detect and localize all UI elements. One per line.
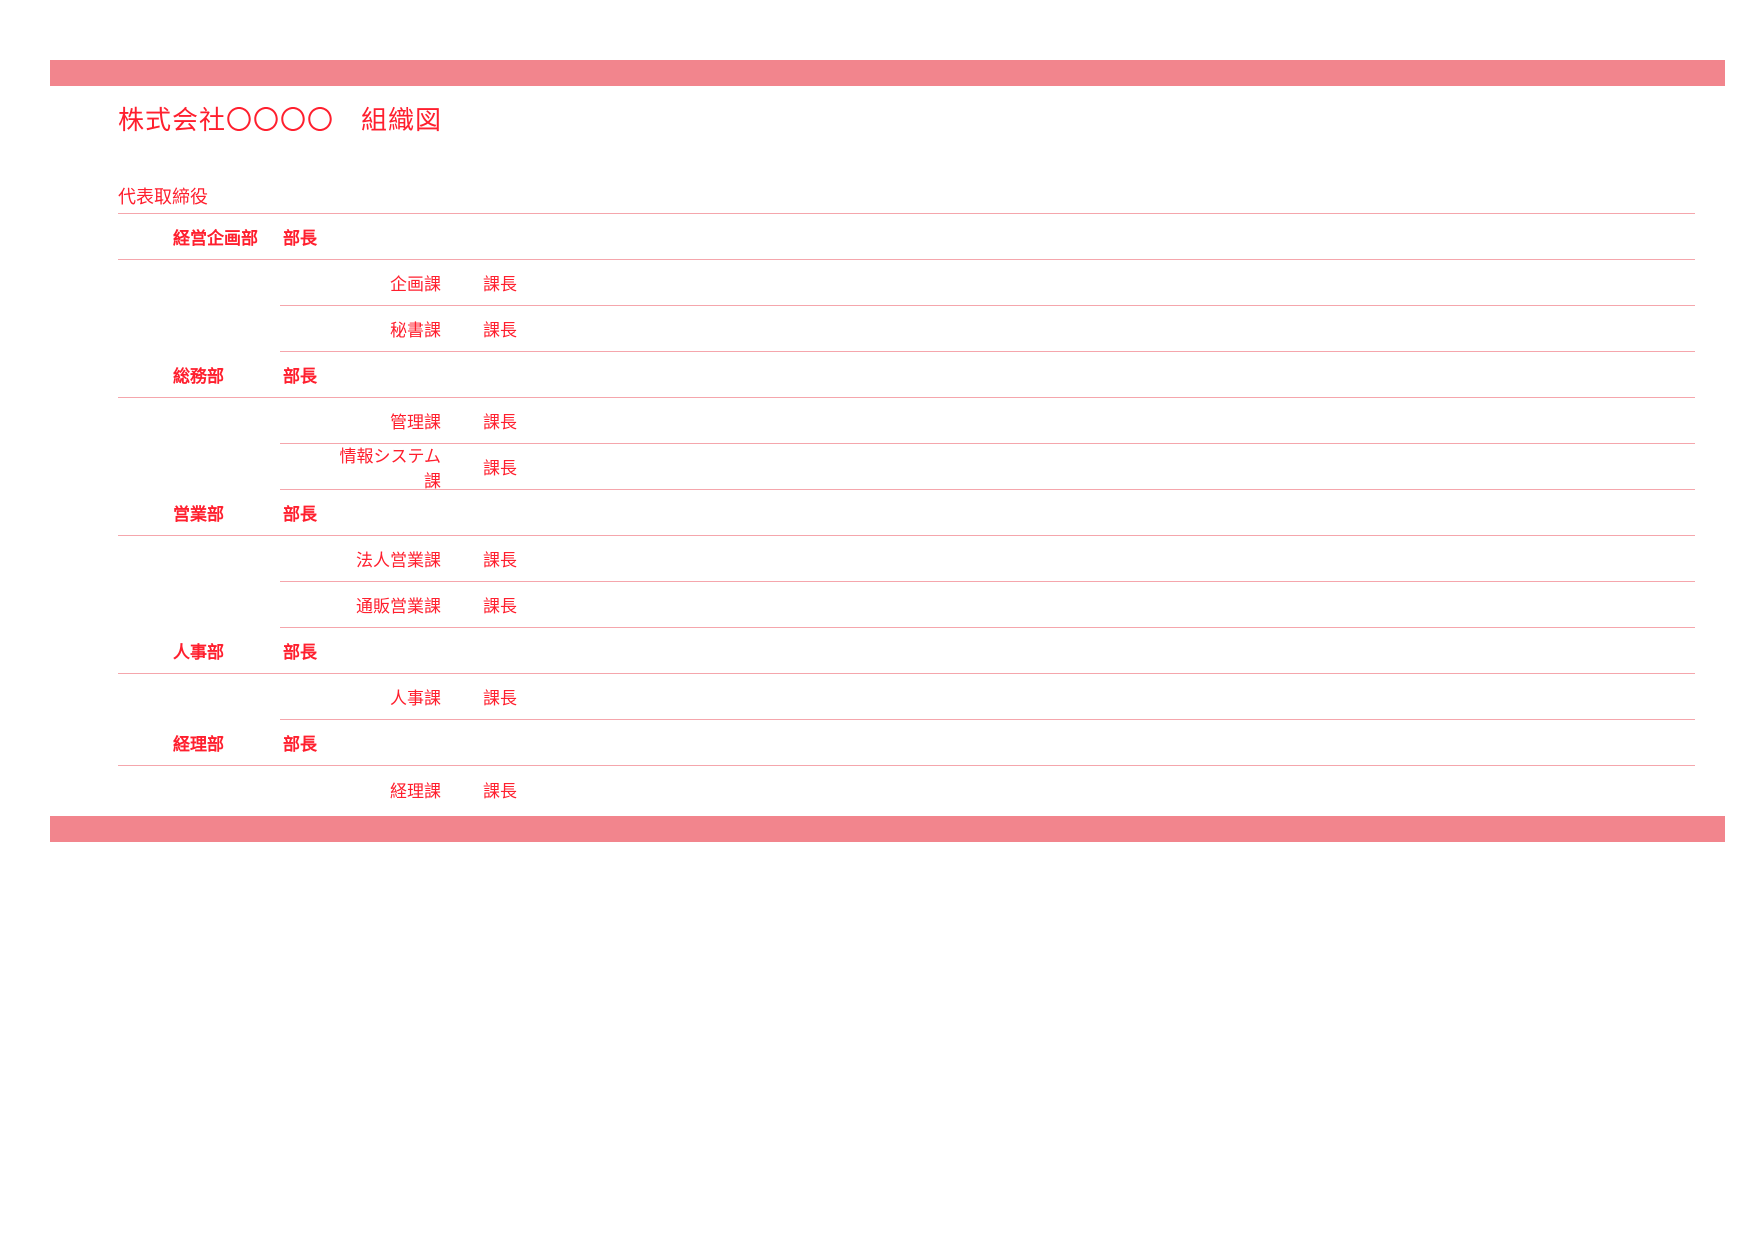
section-name: 企画課: [335, 270, 445, 295]
section-row: 情報システム課 課長: [280, 444, 1695, 490]
dept-role: 部長: [283, 362, 343, 387]
page-title: 株式会社〇〇〇〇 組織図: [118, 100, 1695, 137]
root-underline: [118, 213, 1695, 214]
section-role: 課長: [483, 546, 543, 571]
decorative-band-bottom: [50, 816, 1725, 842]
dept-name: 経理部: [173, 730, 283, 755]
section-row: 通販営業課 課長: [280, 582, 1695, 628]
section-name: 情報システム課: [335, 442, 445, 492]
section-role: 課長: [483, 454, 543, 479]
section-row: 管理課 課長: [280, 398, 1695, 444]
dept-role: 部長: [283, 224, 343, 249]
section-role: 課長: [483, 408, 543, 433]
dept-role: 部長: [283, 500, 343, 525]
decorative-band-top: [50, 60, 1725, 86]
section-row: 法人営業課 課長: [280, 536, 1695, 582]
dept-name: 人事部: [173, 638, 283, 663]
section-name: 管理課: [335, 408, 445, 433]
section-role: 課長: [483, 592, 543, 617]
dept-name: 営業部: [173, 500, 283, 525]
dept-row: 経理部 部長: [118, 720, 1695, 766]
section-name: 秘書課: [335, 316, 445, 341]
section-name: 人事課: [335, 684, 445, 709]
dept-role: 部長: [283, 638, 343, 663]
dept-row: 人事部 部長: [118, 628, 1695, 674]
section-row: 秘書課 課長: [280, 306, 1695, 352]
section-row: 経理課 課長: [280, 766, 1695, 812]
dept-name: 総務部: [173, 362, 283, 387]
dept-row: 営業部 部長: [118, 490, 1695, 536]
section-role: 課長: [483, 684, 543, 709]
dept-role: 部長: [283, 730, 343, 755]
section-row: 企画課 課長: [280, 260, 1695, 306]
section-row: 人事課 課長: [280, 674, 1695, 720]
section-role: 課長: [483, 270, 543, 295]
org-chart-content: 株式会社〇〇〇〇 組織図 代表取締役 経営企画部 部長 企画課 課長 秘書課 課…: [118, 100, 1695, 812]
dept-name: 経営企画部: [173, 224, 283, 249]
section-name: 法人営業課: [335, 546, 445, 571]
dept-row: 経営企画部 部長: [118, 214, 1695, 260]
section-role: 課長: [483, 777, 543, 802]
section-name: 通販営業課: [335, 592, 445, 617]
org-root-label: 代表取締役: [118, 183, 1695, 209]
section-name: 経理課: [335, 777, 445, 802]
dept-row: 総務部 部長: [118, 352, 1695, 398]
section-role: 課長: [483, 316, 543, 341]
